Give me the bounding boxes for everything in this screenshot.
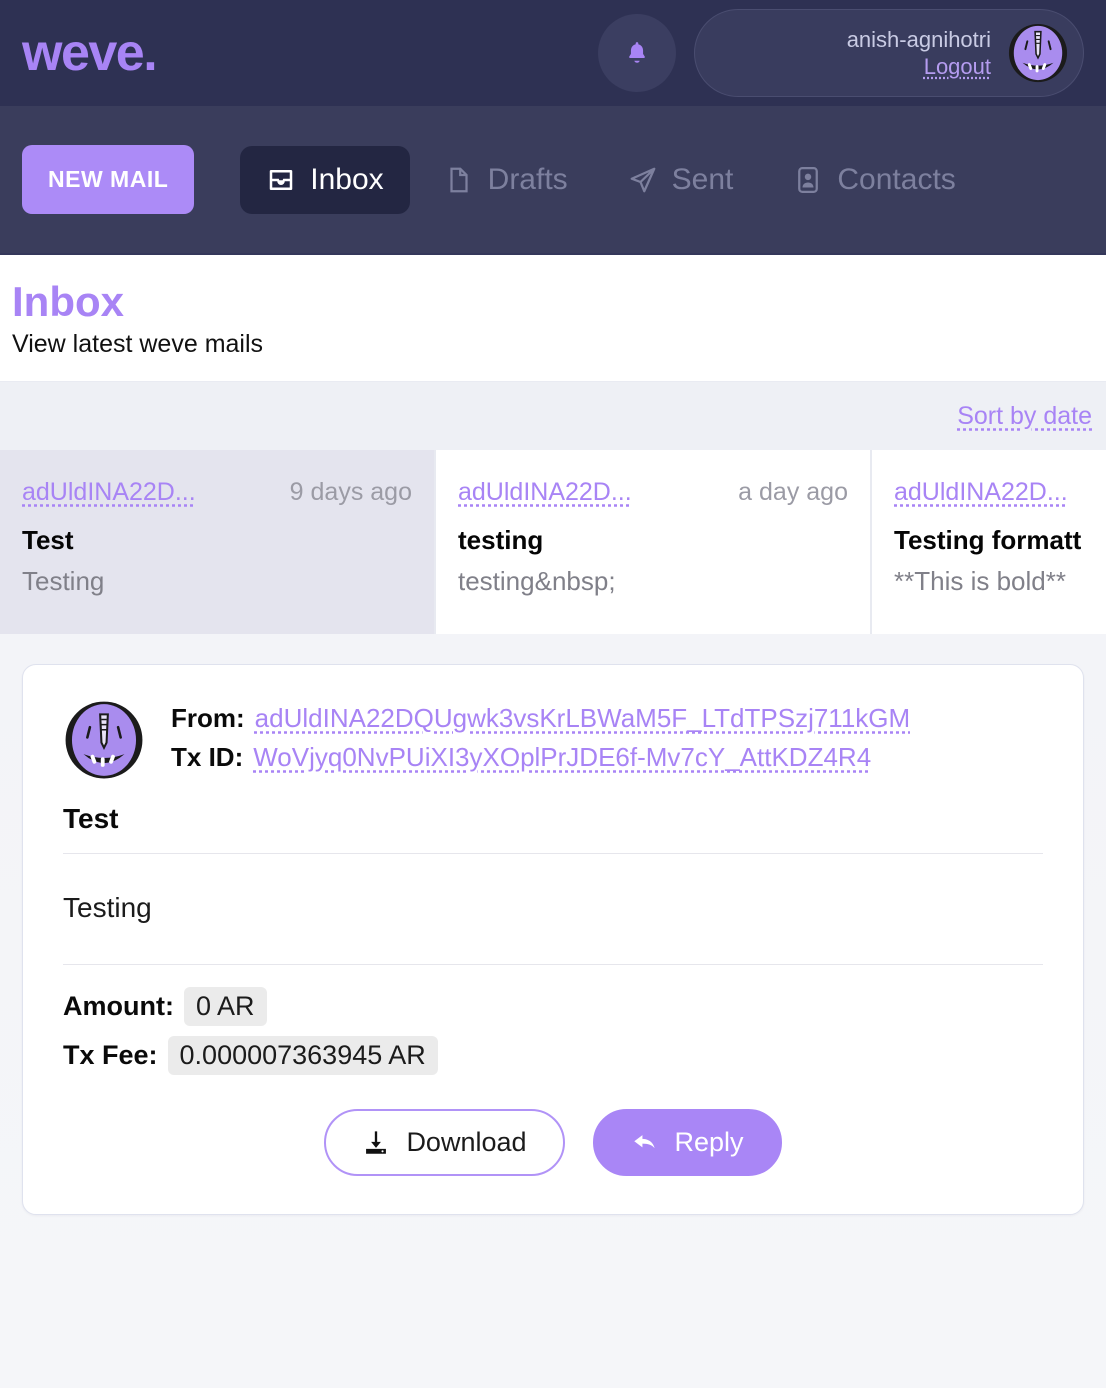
txid-link[interactable]: WoVjyq0NvPUiXI3yXOplPrJDE6f-Mv7cY_AttKDZ… (253, 742, 871, 773)
app-header: weve. anish-agnihotri Logout (0, 0, 1106, 106)
from-row: From: adUldINA22DQUgwk3vsKrLBWaM5F_LTdTP… (171, 703, 910, 734)
mail-from-link[interactable]: adUldINA22D... (22, 478, 196, 507)
download-button[interactable]: Download (324, 1109, 564, 1176)
mail-detail-region: From: adUldINA22DQUgwk3vsKrLBWaM5F_LTdTP… (0, 634, 1106, 1388)
txid-label: Tx ID: (171, 742, 243, 773)
mail-meta-rows: From: adUldINA22DQUgwk3vsKrLBWaM5F_LTdTP… (171, 699, 910, 781)
user-name: anish-agnihotri (847, 26, 991, 54)
mail-preview: **This is bold** (894, 566, 1106, 597)
sort-bar: Sort by date (0, 382, 1106, 450)
from-address-link[interactable]: adUldINA22DQUgwk3vsKrLBWaM5F_LTdTPSzj711… (255, 703, 911, 734)
bell-icon (624, 40, 650, 66)
mail-subject: Test (22, 525, 412, 556)
from-label: From: (171, 703, 245, 734)
nav-tabs: Inbox Drafts Sent Contacts (240, 146, 982, 214)
mail-list-item[interactable]: adUldINA22D... a day ago testing testing… (436, 450, 872, 634)
tx-fee-value: 0.000007363945 AR (168, 1036, 438, 1075)
mail-card-top: adUldINA22D... 9 days ago (22, 478, 412, 507)
mail-preview: Testing (22, 566, 412, 597)
mail-subject: Testing formatt (894, 525, 1106, 556)
mail-preview: testing&nbsp; (458, 566, 848, 597)
mail-from-link[interactable]: adUldINA22D... (458, 478, 632, 507)
main-nav-bar: NEW MAIL Inbox Drafts Sent Contacts (0, 106, 1106, 255)
tab-inbox-label: Inbox (310, 163, 383, 197)
mail-list-item[interactable]: adUldINA22D... 9 days ago Test Testing (0, 450, 436, 634)
user-text-group: anish-agnihotri Logout (847, 26, 991, 81)
mail-card-top: adUldINA22D... a day ago (458, 478, 848, 507)
tab-sent-label: Sent (672, 163, 734, 197)
mail-list-strip[interactable]: adUldINA22D... 9 days ago Test Testing a… (0, 450, 1106, 634)
logout-link[interactable]: Logout (924, 53, 991, 81)
tx-fee-row: Tx Fee: 0.000007363945 AR (63, 1036, 1043, 1075)
tab-contacts-label: Contacts (837, 163, 955, 197)
tab-drafts[interactable]: Drafts (418, 146, 594, 214)
tab-contacts[interactable]: Contacts (767, 146, 981, 214)
brand-logo: weve. (22, 27, 156, 79)
tx-fee-label: Tx Fee: (63, 1040, 158, 1071)
mail-detail-body: Testing (63, 854, 1043, 965)
tab-inbox[interactable]: Inbox (240, 146, 409, 214)
mail-actions: Download Reply (63, 1085, 1043, 1186)
mail-card-top: adUldINA22D... (894, 478, 1106, 507)
paper-plane-icon (628, 165, 658, 195)
amount-value: 0 AR (184, 987, 267, 1026)
mail-detail-subject: Test (63, 781, 1043, 854)
tab-drafts-label: Drafts (488, 163, 568, 197)
sender-avatar (63, 699, 145, 781)
contacts-icon (793, 165, 823, 195)
header-right-group: anish-agnihotri Logout (598, 9, 1084, 97)
mail-date: 9 days ago (290, 478, 412, 507)
sort-by-date-link[interactable]: Sort by date (957, 402, 1092, 431)
inbox-icon (266, 165, 296, 195)
amount-row: Amount: 0 AR (63, 987, 1043, 1026)
amount-label: Amount: (63, 991, 174, 1022)
new-mail-button[interactable]: NEW MAIL (22, 145, 194, 214)
reply-label: Reply (675, 1127, 744, 1158)
reply-button[interactable]: Reply (593, 1109, 782, 1176)
notifications-button[interactable] (598, 14, 676, 92)
tab-sent[interactable]: Sent (602, 146, 760, 214)
user-avatar (1007, 22, 1069, 84)
reply-arrow-icon (631, 1129, 659, 1157)
mail-detail-card: From: adUldINA22DQUgwk3vsKrLBWaM5F_LTdTP… (22, 664, 1084, 1215)
page-subtitle: View latest weve mails (12, 330, 1094, 359)
download-label: Download (406, 1127, 526, 1158)
mail-date: a day ago (738, 478, 848, 507)
document-icon (444, 165, 474, 195)
page-title: Inbox (12, 279, 1094, 324)
mail-subject: testing (458, 525, 848, 556)
mail-detail-header: From: adUldINA22DQUgwk3vsKrLBWaM5F_LTdTP… (63, 699, 1043, 781)
download-icon (362, 1129, 390, 1157)
txid-row: Tx ID: WoVjyq0NvPUiXI3yXOplPrJDE6f-Mv7cY… (171, 742, 910, 773)
page-header: Inbox View latest weve mails (0, 255, 1106, 382)
transaction-info: Amount: 0 AR Tx Fee: 0.000007363945 AR (63, 965, 1043, 1075)
mail-list-item[interactable]: adUldINA22D... Testing formatt **This is… (872, 450, 1106, 634)
mail-from-link[interactable]: adUldINA22D... (894, 478, 1068, 507)
user-menu[interactable]: anish-agnihotri Logout (694, 9, 1084, 97)
